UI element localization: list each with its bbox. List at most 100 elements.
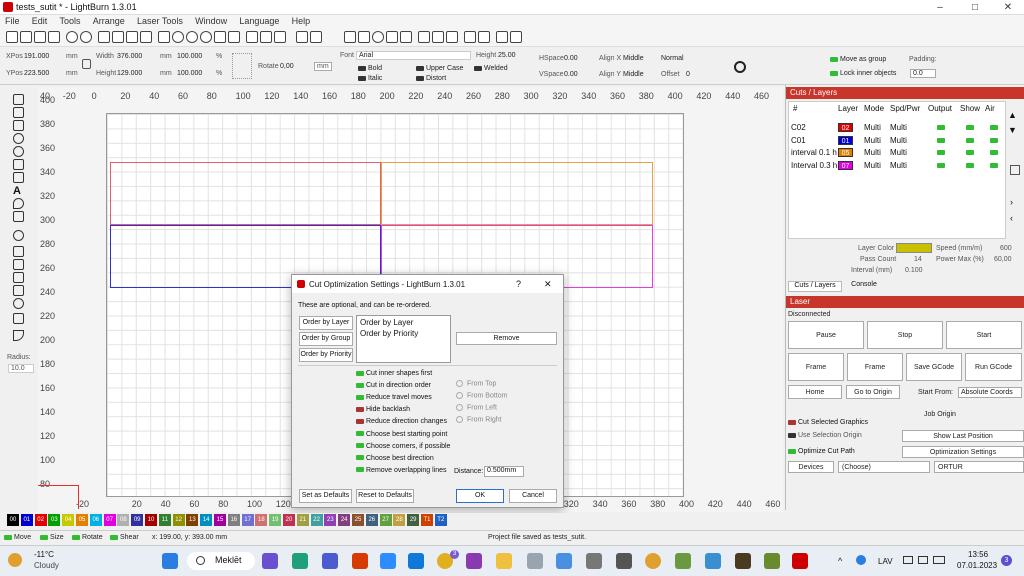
air-toggle[interactable] (990, 125, 998, 130)
palette-swatch[interactable]: 07 (103, 514, 116, 526)
bold-toggle[interactable]: Bold (358, 65, 382, 72)
app-icon[interactable] (705, 553, 721, 569)
font-select[interactable]: Arial (356, 51, 471, 60)
import-icon[interactable] (98, 31, 110, 43)
tab-cuts-layers[interactable]: Cuts / Layers (788, 281, 842, 292)
align-right-icon[interactable] (358, 31, 370, 43)
option-toggle[interactable]: Choose best direction (356, 455, 434, 462)
clock-time[interactable]: 13:56 (968, 550, 988, 559)
move-toggle[interactable]: Move (4, 534, 31, 541)
rotate-toggle[interactable]: Rotate (72, 534, 103, 541)
cut-layer-row[interactable]: C02 02 Multi Multi (789, 122, 1005, 134)
palette-swatch[interactable]: T2 (434, 514, 447, 526)
air-toggle[interactable] (990, 137, 998, 143)
language-indicator[interactable]: LAV (878, 557, 893, 566)
order-by-group-button[interactable]: Order by Group (299, 332, 353, 346)
palette-swatch[interactable]: 00 (7, 514, 19, 526)
file-explorer-icon[interactable] (496, 553, 512, 569)
palette-swatch[interactable]: 23 (324, 514, 337, 526)
notifications-badge[interactable]: 3 (1001, 555, 1012, 566)
save-gcode-button[interactable]: Save GCode (906, 353, 962, 381)
app-icon[interactable] (735, 553, 751, 569)
italic-toggle[interactable]: Italic (358, 75, 382, 82)
move-icon[interactable] (158, 31, 170, 43)
xpos-field[interactable]: 191.000 (24, 53, 49, 60)
radius-field[interactable]: 10.0 (8, 364, 34, 373)
menu-window[interactable]: Window (190, 15, 232, 27)
option-toggle[interactable]: Hide backlash (356, 406, 410, 413)
ellipse-icon[interactable] (13, 133, 24, 144)
help-button[interactable]: ? (516, 279, 521, 289)
size-toggle[interactable]: Size (40, 534, 64, 541)
tabs-icon[interactable] (13, 313, 24, 324)
chevron-up-icon[interactable]: ^ (838, 556, 842, 566)
welded-toggle[interactable]: Welded (474, 65, 508, 72)
ypos-field[interactable]: 223.500 (24, 70, 49, 77)
option-toggle[interactable]: Reduce direction changes (356, 418, 447, 425)
uppercase-toggle[interactable]: Upper Case (416, 65, 463, 72)
option-toggle[interactable]: Choose best starting point (356, 431, 447, 438)
palette-swatch[interactable]: 26 (365, 514, 378, 526)
device-select[interactable]: ORTUR (934, 461, 1024, 473)
optimization-settings-button[interactable]: Optimization Settings (902, 446, 1024, 458)
start-from-select[interactable]: Absolute Coords (958, 387, 1022, 398)
palette-swatch[interactable]: 15 (214, 514, 226, 526)
start-button[interactable]: Start (946, 321, 1022, 349)
option-toggle[interactable]: Choose corners, if possible (356, 443, 450, 450)
menu-tools[interactable]: Tools (55, 15, 86, 27)
palette-swatch[interactable]: 13 (186, 514, 199, 526)
measure-icon[interactable] (13, 211, 24, 222)
palette-swatch[interactable]: 20 (283, 514, 295, 526)
menu-language[interactable]: Language (234, 15, 284, 27)
speed-value[interactable]: 600 (1000, 245, 1012, 252)
palette-swatch[interactable]: 12 (172, 514, 185, 526)
cut-selected-toggle[interactable]: Cut Selected Graphics (788, 419, 868, 426)
palette-swatch[interactable]: 09 (131, 514, 144, 526)
output-toggle[interactable] (937, 163, 945, 169)
chevron-left-icon[interactable]: ‹ (1010, 213, 1013, 223)
order-by-priority-button[interactable]: Order by Priority (299, 348, 353, 362)
output-toggle[interactable] (937, 125, 945, 130)
same-width-icon[interactable] (464, 31, 476, 43)
menu-arrange[interactable]: Arrange (88, 15, 130, 27)
list-item[interactable]: Order by Priority (357, 329, 450, 338)
app-icon[interactable] (292, 553, 308, 569)
interval-value[interactable]: 0.100 (905, 267, 923, 274)
gear-icon[interactable] (734, 61, 746, 73)
dir-from-left[interactable]: From Left (456, 404, 497, 411)
dir-from-bottom[interactable]: From Bottom (456, 392, 507, 399)
palette-swatch[interactable]: 06 (89, 514, 102, 526)
list-item[interactable]: Order by Layer (357, 316, 450, 329)
save-as-icon[interactable] (48, 31, 60, 43)
edit-nodes-icon[interactable] (13, 107, 24, 118)
height-field[interactable]: 129.000 (117, 70, 142, 77)
align-top-icon[interactable] (386, 31, 398, 43)
align-y-select[interactable]: Middle (623, 71, 644, 78)
app-icon[interactable] (556, 553, 572, 569)
menu-help[interactable]: Help (287, 15, 316, 27)
trash-icon[interactable] (1010, 165, 1020, 175)
zoom-page-icon[interactable] (214, 31, 226, 43)
save-icon[interactable] (34, 31, 46, 43)
open-file-icon[interactable] (20, 31, 32, 43)
padding-field[interactable]: 0.0 (910, 69, 936, 78)
distribute-h-icon[interactable] (432, 31, 444, 43)
palette-swatch[interactable]: 11 (158, 514, 171, 526)
shape-c02-rect[interactable] (110, 162, 381, 225)
palette-swatch[interactable]: 25 (352, 514, 364, 526)
option-toggle[interactable]: Remove overlapping lines (356, 467, 447, 474)
frame-round-button[interactable]: Frame (847, 353, 903, 381)
output-toggle[interactable] (937, 137, 945, 143)
ok-button[interactable]: OK (456, 489, 504, 503)
shape-interval01-rect[interactable] (381, 162, 653, 225)
show-toggle[interactable] (966, 150, 974, 156)
zoom-fit-icon[interactable] (200, 31, 212, 43)
tray-icon[interactable] (856, 555, 866, 565)
office-icon[interactable] (352, 553, 368, 569)
app-icon[interactable] (645, 553, 661, 569)
vspace-field[interactable]: 0.00 (564, 71, 578, 78)
lock-icon[interactable] (82, 59, 91, 69)
cut-layer-row[interactable]: Interval 0.3 h 07 Multi Multi (789, 160, 1005, 172)
minimize-button[interactable]: – (925, 1, 955, 14)
offset-tool-icon[interactable] (13, 246, 24, 257)
